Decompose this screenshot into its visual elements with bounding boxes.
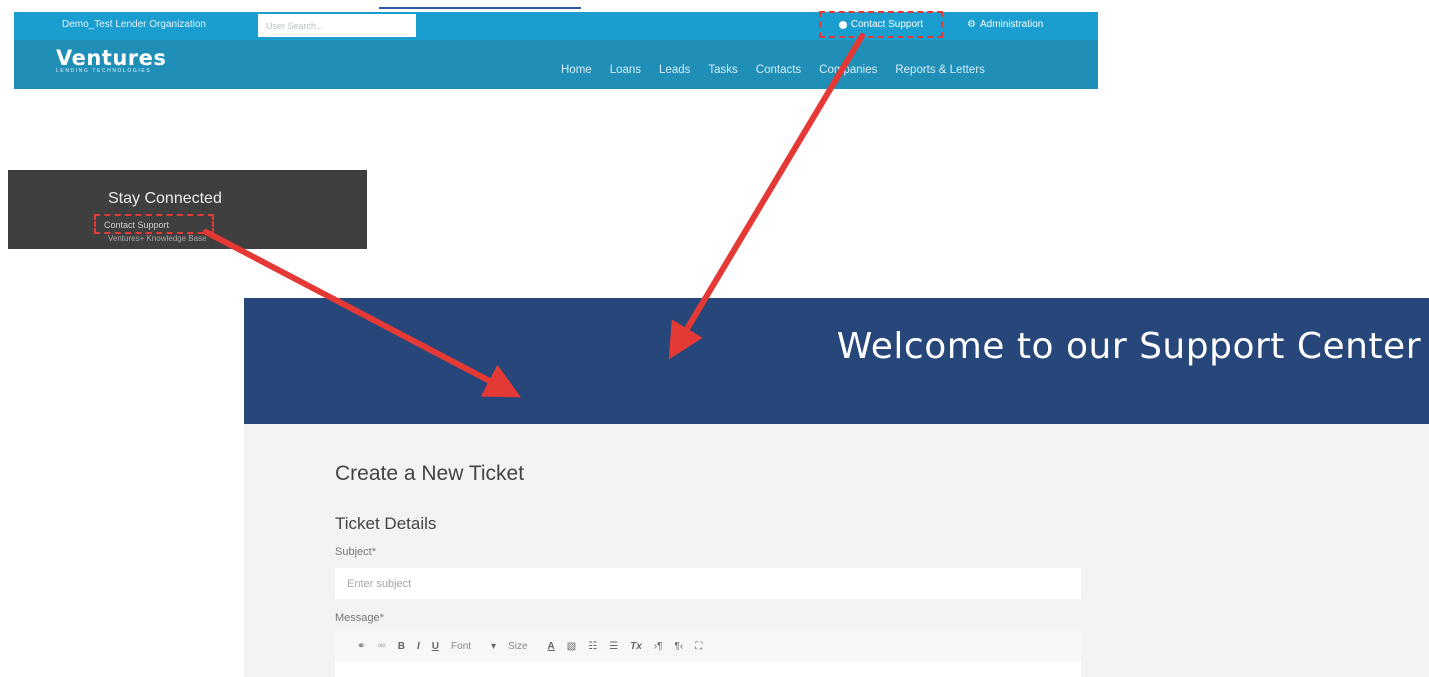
nav-contacts[interactable]: Contacts (756, 64, 801, 76)
create-ticket-heading: Create a New Ticket (335, 462, 525, 485)
user-search-input[interactable] (258, 14, 416, 37)
administration-label: Administration (979, 19, 1044, 30)
stay-connected-panel: Stay Connected Contact Support Ventures+… (8, 170, 367, 249)
logo-subtitle: LENDING TECHNOLOGIES (56, 68, 152, 74)
remove-format-icon[interactable]: Tx (630, 641, 642, 652)
maximize-icon[interactable]: ⛶ (695, 641, 702, 652)
support-banner: Welcome to our Support Center (244, 298, 1429, 424)
text-direction-rtl-icon[interactable]: ¶‹ (675, 641, 684, 652)
underline-button[interactable]: U (432, 641, 439, 652)
ticket-form: Create a New Ticket Ticket Details Subje… (244, 424, 1429, 677)
text-direction-ltr-icon[interactable]: ›¶ (654, 641, 663, 652)
editor-toolbar: ⚭ ⚮ B I U Font ▾ Size A ▧ ☷ ☰ Tx ›¶ ¶‹ ⛶ (335, 630, 1081, 662)
question-circle-icon (838, 20, 847, 29)
administration-link[interactable]: ⚙ Administration (967, 19, 1043, 30)
app-header: Demo_Test Lender Organization Contact Su… (14, 0, 1098, 89)
ticket-details-heading: Ticket Details (335, 514, 437, 533)
subject-input[interactable] (335, 568, 1081, 599)
font-dropdown-icon: ▾ (491, 640, 497, 652)
background-color-button[interactable]: ▧ (567, 641, 576, 652)
contact-support-link[interactable]: Contact Support (819, 11, 943, 38)
stay-connected-title: Stay Connected (108, 190, 222, 207)
numbered-list-icon[interactable]: ☰ (609, 641, 618, 652)
footer-contact-support-link[interactable]: Contact Support (94, 214, 214, 234)
contact-support-label: Contact Support (850, 19, 924, 30)
nav-reports-letters[interactable]: Reports & Letters (895, 64, 984, 76)
link-icon[interactable]: ⚭ (357, 641, 365, 652)
ventures-logo[interactable]: Ventures LENDING TECHNOLOGIES (56, 46, 166, 74)
bold-button[interactable]: B (398, 641, 405, 652)
top-bar: Demo_Test Lender Organization Contact Su… (14, 11, 1098, 40)
logo-wordmark: Ventures (56, 46, 167, 70)
nav-leads[interactable]: Leads (659, 64, 690, 76)
message-label: Message* (335, 612, 384, 624)
italic-button[interactable]: I (417, 641, 420, 652)
support-center-title: Welcome to our Support Center (836, 326, 1421, 367)
main-nav: Ventures LENDING TECHNOLOGIES Home Loans… (14, 40, 1098, 89)
knowledge-base-link[interactable]: Ventures+ Knowledge Base (108, 234, 207, 243)
nav-companies[interactable]: Companies (819, 64, 877, 76)
unlink-icon[interactable]: ⚮ (377, 641, 385, 652)
bulleted-list-icon[interactable]: ☷ (588, 641, 597, 652)
nav-loans[interactable]: Loans (610, 64, 641, 76)
subject-label: Subject* (335, 546, 376, 558)
text-color-button[interactable]: A (548, 641, 555, 652)
hyperlink-underline (379, 0, 581, 9)
message-editor[interactable] (335, 662, 1081, 677)
gear-icon: ⚙ (967, 18, 976, 30)
organization-name: Demo_Test Lender Organization (62, 19, 206, 30)
size-select[interactable]: Size (508, 641, 535, 652)
nav-home[interactable]: Home (561, 64, 592, 76)
font-select[interactable]: Font (451, 641, 479, 652)
nav-tasks[interactable]: Tasks (708, 64, 737, 76)
